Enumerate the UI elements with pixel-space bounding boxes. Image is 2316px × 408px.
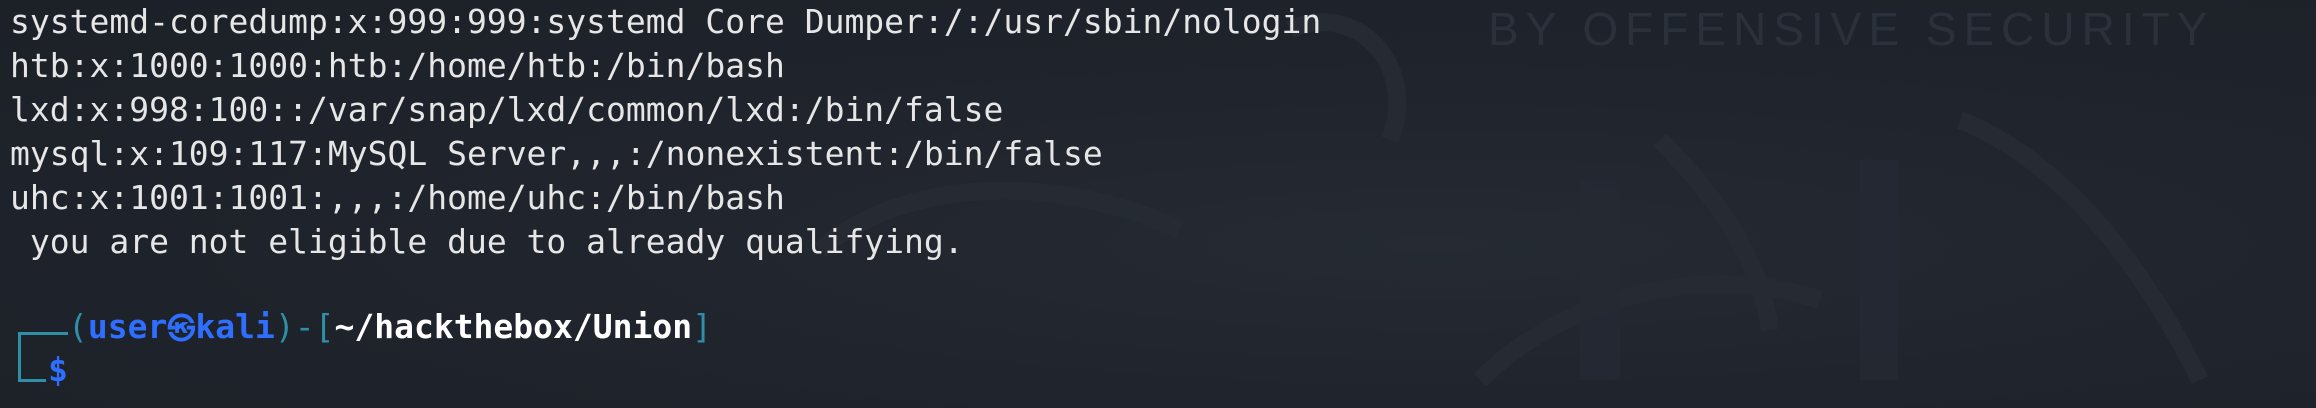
output-line: uhc:x:1001:1001:,,,:/home/uhc:/bin/bash [10, 178, 785, 217]
terminal-output: systemd-coredump:x:999:999:systemd Core … [10, 0, 1321, 264]
prompt-open-paren: ( [68, 307, 88, 346]
shell-prompt: (user㉿kali)-[~/hackthebox/Union] [10, 305, 712, 349]
prompt-dash: - [294, 307, 315, 346]
prompt-path: ~/hackthebox/Union [334, 307, 693, 346]
at-icon: ㉿ [167, 312, 196, 345]
output-line: htb:x:1000:1000:htb:/home/htb:/bin/bash [10, 46, 785, 85]
prompt-close-bracket: ] [692, 307, 712, 346]
prompt-username: user [87, 307, 168, 346]
output-line: you are not eligible due to already qual… [10, 222, 964, 261]
prompt-dollar[interactable]: $ [48, 348, 68, 392]
wallpaper-text: BY OFFENSIVE SECURITY [1488, 3, 2215, 55]
prompt-hostname: kali [195, 307, 275, 346]
prompt-open-bracket: [ [314, 307, 335, 346]
output-line: systemd-coredump:x:999:999:systemd Core … [10, 2, 1322, 41]
prompt-close-paren: ) [274, 307, 295, 346]
output-line: lxd:x:998:100::/var/snap/lxd/common/lxd:… [10, 90, 1004, 129]
terminal-window[interactable]: BY OFFENSIVE SECURITY systemd-coredump:x… [0, 0, 2316, 408]
output-line: mysql:x:109:117:MySQL Server,,,:/nonexis… [10, 134, 1103, 173]
